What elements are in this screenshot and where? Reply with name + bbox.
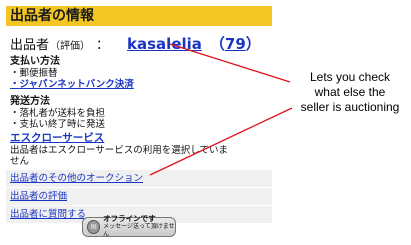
annotation-callout: Lets you check what else the seller is a…	[290, 70, 410, 115]
annotation-line: seller is auctioning	[300, 100, 400, 114]
arrow-to-other-auctions	[149, 107, 293, 176]
arrow-to-seller-name	[169, 43, 291, 83]
annotation-line: what else the	[314, 85, 386, 99]
annotation-arrows	[149, 43, 293, 176]
annotation-line: Lets you check	[309, 70, 391, 84]
